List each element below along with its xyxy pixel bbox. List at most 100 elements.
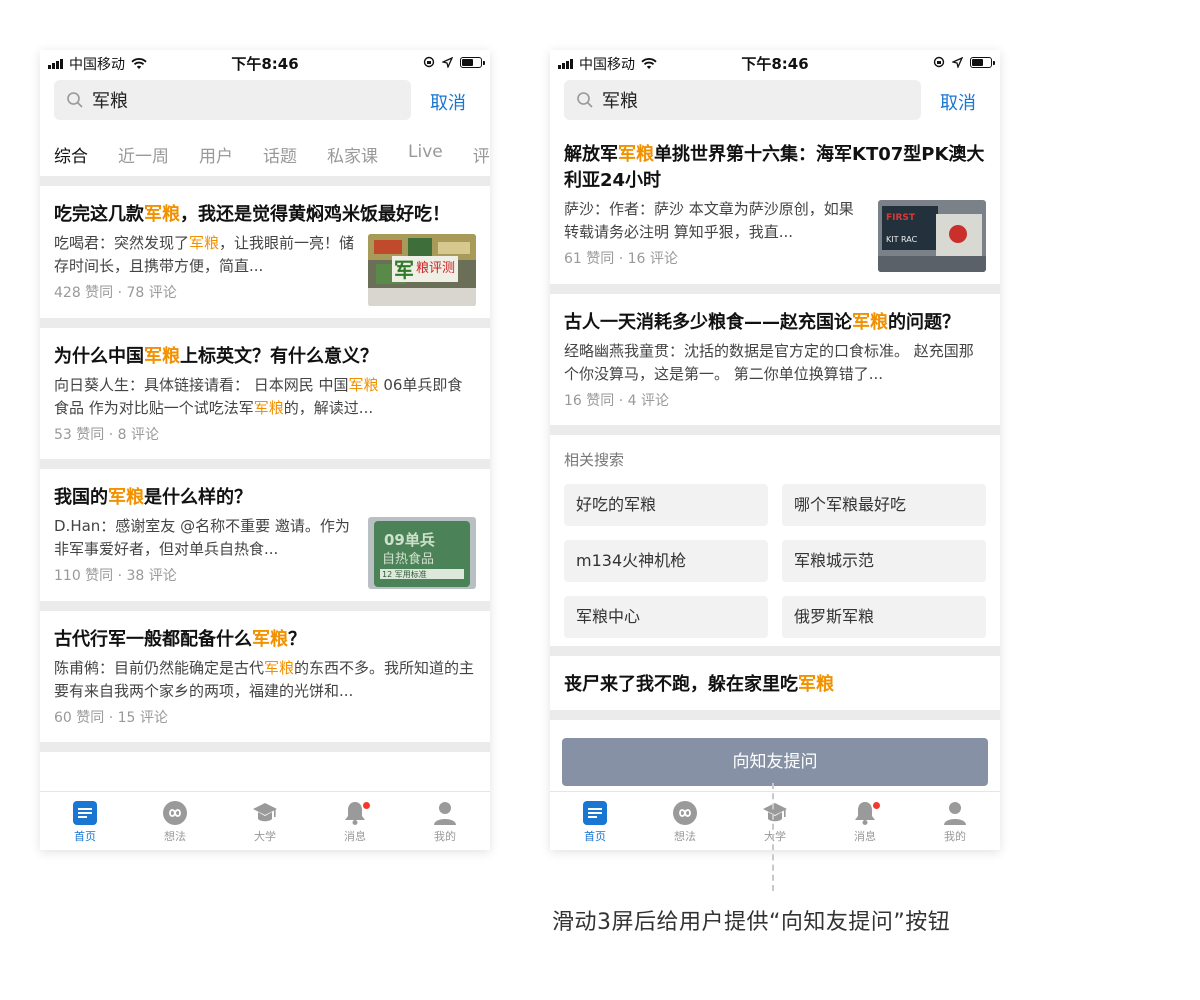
related-search-chip[interactable]: 军粮中心: [564, 596, 768, 638]
tab-bar-label: 首页: [584, 830, 606, 843]
divider: [40, 176, 490, 186]
profile-icon: [944, 802, 966, 825]
tab-bar-item-profile[interactable]: 我的: [910, 792, 1000, 850]
tab-live[interactable]: Live: [408, 142, 443, 166]
card-excerpt: D.Han：感谢室友 @名称不重要 邀请。作为非军事爱好者，但对单兵自热食...…: [54, 515, 356, 589]
tab-bar-item-profile[interactable]: 我的: [400, 792, 490, 850]
excerpt-text: D.Han：感谢室友 @名称不重要 邀请。作为非军事爱好者，但对单兵自热食...: [54, 515, 356, 561]
keyword-highlight: 军粮: [798, 674, 834, 695]
tab-bar-item-ideas[interactable]: 想法: [640, 792, 730, 850]
search-query: 军粮: [602, 91, 638, 112]
result-card[interactable]: 吃完这几款军粮，我还是觉得黄焖鸡米饭最好吃！ 吃喝君：突然发现了军粮，让我眼前一亮…: [40, 186, 490, 328]
result-card[interactable]: 我国的军粮是什么样的？ D.Han：感谢室友 @名称不重要 邀请。作为非军事爱好者…: [40, 469, 490, 611]
profile-icon: [434, 802, 456, 825]
text-segment: D.Han：感谢室友 @名称不重要 邀请。作为非军事爱好者，但对单兵自热食...: [54, 517, 350, 558]
card-title[interactable]: 我国的军粮是什么样的？: [54, 485, 476, 511]
keyword-highlight: 军粮: [253, 399, 284, 417]
card-body: 经略幽燕我童贯：沈括的数据是官方定的口食标准。 赵充国那个你没算马，这是第一。 …: [564, 340, 986, 413]
card-body: 陈甫鸺：目前仍然能确定是古代军粮的东西不多。我所知道的主要有来自我两个家乡的两项…: [54, 657, 476, 730]
tab-bar-item-bell[interactable]: 消息: [820, 792, 910, 850]
tab-bar-label: 大学: [254, 830, 276, 843]
related-search-chip[interactable]: 好吃的军粮: [564, 484, 768, 526]
card-excerpt: 吃喝君：突然发现了军粮，让我眼前一亮！储存时间长，且携带方便，简直... 428 …: [54, 232, 356, 306]
tab-bar-item-home[interactable]: 首页: [550, 792, 640, 850]
card-body: D.Han：感谢室友 @名称不重要 邀请。作为非军事爱好者，但对单兵自热食...…: [54, 515, 476, 589]
graduation-cap-icon: [253, 803, 277, 822]
card-excerpt: 萨沙：作者：萨沙 本文章为萨沙原创，如果转载请务必注明 算知乎狠，我直... 61…: [564, 198, 866, 272]
keyword-highlight: 军粮: [144, 204, 180, 225]
card-title[interactable]: 古代行军一般都配备什么军粮？: [54, 627, 476, 653]
svg-text:自热食品: 自热食品: [382, 551, 434, 567]
card-body: 吃喝君：突然发现了军粮，让我眼前一亮！储存时间长，且携带方便，简直... 428 …: [54, 232, 476, 306]
card-body: 萨沙：作者：萨沙 本文章为萨沙原创，如果转载请务必注明 算知乎狠，我直... 61…: [564, 198, 986, 272]
related-search-chip[interactable]: m134火神机枪: [564, 540, 768, 582]
svg-text:FIRST: FIRST: [886, 213, 916, 223]
card-stats: 110 赞同 · 38 评论: [54, 568, 177, 584]
card-title[interactable]: 为什么中国军粮上标英文？有什么意义？: [54, 344, 476, 370]
tab-private-course[interactable]: 私家课: [327, 142, 378, 167]
tab-bar-label: 想法: [674, 830, 696, 843]
annotation-pointer-line: [772, 783, 774, 891]
related-searches: 相关搜索 好吃的军粮 哪个军粮最好吃 m134火神机枪 军粮城示范 军粮中心 俄罗斯军粮: [550, 435, 1000, 656]
tab-bar-label: 消息: [344, 830, 366, 843]
text-segment: ，我还是觉得黄焖鸡米饭最好吃！: [180, 204, 450, 225]
result-card[interactable]: 解放军军粮单挑世界第十六集：海军KT07型PK澳大利亚24小时 萨沙：作者：萨沙 …: [550, 126, 1000, 294]
card-title[interactable]: 丧尸来了我不跑，躲在家里吃军粮: [564, 672, 986, 698]
text-segment: 古人一天消耗多少粮食——赵充国论: [564, 312, 852, 333]
svg-text:12 军用标准: 12 军用标准: [382, 569, 427, 579]
card-body: 向日葵人生：具体链接请看： 日本网民 中国军粮 06单兵即食食品 作为对比贴一个…: [54, 374, 476, 447]
tab-comprehensive[interactable]: 综合: [54, 142, 88, 167]
card-excerpt: 经略幽燕我童贯：沈括的数据是官方定的口食标准。 赵充国那个你没算马，这是第一。 …: [564, 340, 986, 413]
text-segment: 的，解读过...: [283, 399, 374, 417]
result-card[interactable]: 为什么中国军粮上标英文？有什么意义？ 向日葵人生：具体链接请看： 日本网民 中国军…: [40, 328, 490, 469]
result-card[interactable]: 丧尸来了我不跑，躲在家里吃军粮: [550, 656, 1000, 720]
bottom-tab-bar: 首页 想法 大学 消息 我的: [40, 791, 490, 850]
card-thumbnail[interactable]: FIRST KIT RAC: [878, 200, 986, 272]
tab-bar-item-graduation-cap[interactable]: 大学: [730, 792, 820, 850]
notification-badge: [363, 802, 370, 809]
thumbnail-image: 09单兵自热食品 12 军用标准: [368, 517, 476, 589]
tab-bar-label: 我的: [944, 830, 966, 843]
tab-bar-item-home[interactable]: 首页: [40, 792, 130, 850]
tab-recent-week[interactable]: 近一周: [118, 142, 169, 167]
ask-friends-button[interactable]: 向知友提问: [562, 738, 988, 786]
cancel-button[interactable]: 取消: [940, 89, 976, 115]
related-search-chip[interactable]: 军粮城示范: [782, 540, 986, 582]
tab-bar-item-bell[interactable]: 消息: [310, 792, 400, 850]
result-card[interactable]: 古代行军一般都配备什么军粮？ 陈甫鸺：目前仍然能确定是古代军粮的东西不多。我所知道…: [40, 611, 490, 752]
cancel-button[interactable]: 取消: [430, 89, 466, 115]
location-icon: [952, 56, 963, 68]
battery-icon: [460, 56, 485, 68]
tab-bar-label: 我的: [434, 830, 456, 843]
search-input[interactable]: 军粮: [564, 80, 921, 120]
card-thumbnail[interactable]: 军粮评测: [368, 234, 476, 306]
keyword-highlight: 军粮: [348, 376, 379, 394]
tab-bar-label: 消息: [854, 830, 876, 843]
related-search-chip[interactable]: 俄罗斯军粮: [782, 596, 986, 638]
keyword-highlight: 军粮: [252, 629, 288, 650]
tab-bar-label: 首页: [74, 830, 96, 843]
tab-reviews[interactable]: 评: [473, 142, 490, 167]
text-segment: 上标英文？有什么意义？: [180, 346, 378, 367]
text-segment: 陈甫鸺：目前仍然能确定是古代: [54, 659, 265, 677]
keyword-highlight: 军粮: [852, 312, 888, 333]
tab-users[interactable]: 用户: [199, 142, 233, 167]
home-icon: [583, 801, 607, 825]
tab-topics[interactable]: 话题: [263, 142, 297, 167]
result-list: 吃完这几款军粮，我还是觉得黄焖鸡米饭最好吃！ 吃喝君：突然发现了军粮，让我眼前一亮…: [40, 186, 490, 752]
excerpt-text: 吃喝君：突然发现了军粮，让我眼前一亮！储存时间长，且携带方便，简直...: [54, 232, 356, 278]
text-segment: 向日葵人生：具体链接请看： 日本网民 中国: [54, 376, 349, 394]
related-searches-grid: 好吃的军粮 哪个军粮最好吃 m134火神机枪 军粮城示范 军粮中心 俄罗斯军粮: [564, 484, 986, 638]
tab-bar-item-ideas[interactable]: 想法: [130, 792, 220, 850]
search-input[interactable]: 军粮: [54, 80, 411, 120]
result-card[interactable]: 古人一天消耗多少粮食——赵充国论军粮的问题？ 经略幽燕我童贯：沈括的数据是官方定的…: [550, 294, 1000, 435]
related-search-chip[interactable]: 哪个军粮最好吃: [782, 484, 986, 526]
keyword-highlight: 军粮: [189, 234, 220, 252]
excerpt-text: 向日葵人生：具体链接请看： 日本网民 中国军粮 06单兵即食食品 作为对比贴一个…: [54, 374, 476, 420]
keyword-highlight: 军粮: [144, 346, 180, 367]
tab-bar-item-graduation-cap[interactable]: 大学: [220, 792, 310, 850]
card-title[interactable]: 古人一天消耗多少粮食——赵充国论军粮的问题？: [564, 310, 986, 336]
card-thumbnail[interactable]: 09单兵 自热食品 12 军用标准: [368, 517, 476, 589]
card-title[interactable]: 吃完这几款军粮，我还是觉得黄焖鸡米饭最好吃！: [54, 202, 476, 228]
card-title[interactable]: 解放军军粮单挑世界第十六集：海军KT07型PK澳大利亚24小时: [564, 142, 986, 194]
